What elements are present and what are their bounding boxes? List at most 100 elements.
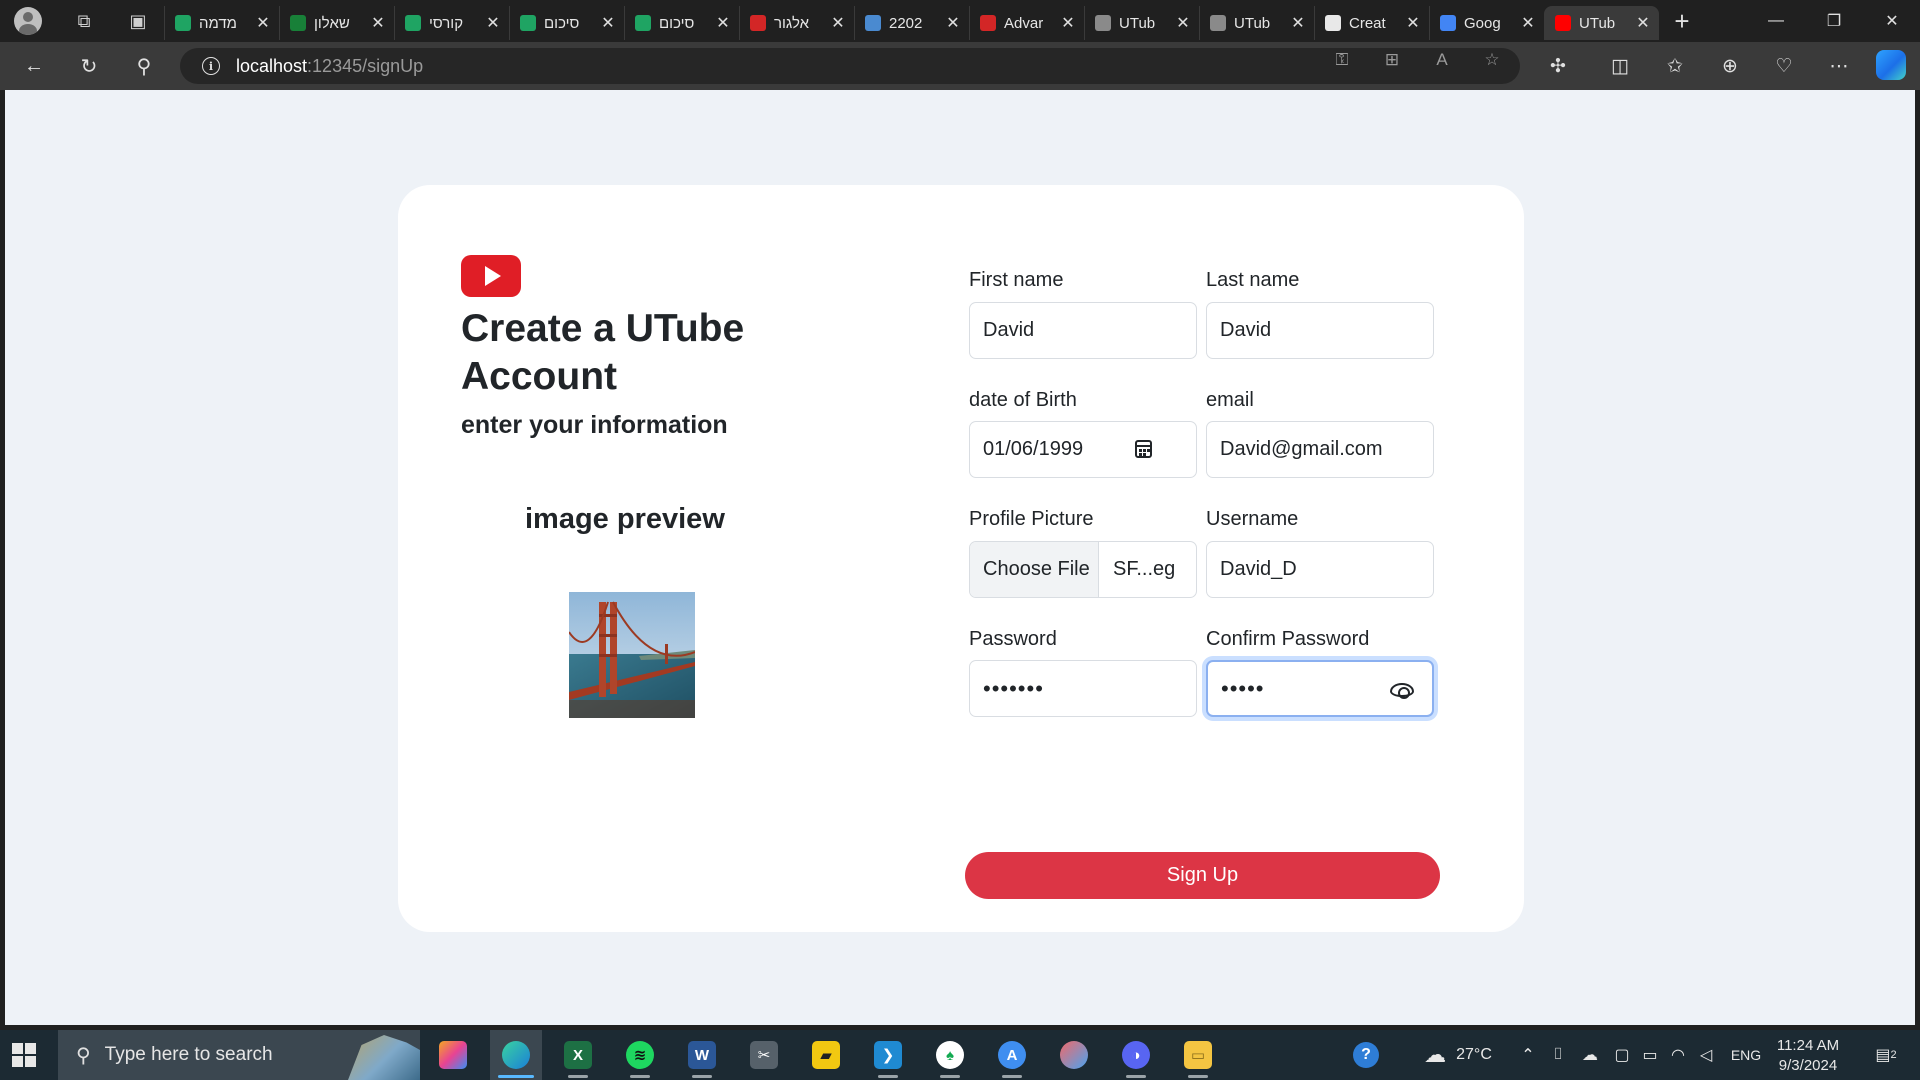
vertical-tabs-button[interactable]: ▣	[112, 0, 164, 42]
password-key-button[interactable]: ⚿	[1328, 48, 1356, 72]
browser-tab[interactable]: מדמה ✕	[164, 6, 279, 40]
mongodb-app[interactable]: ♠	[924, 1030, 976, 1080]
close-window-button[interactable]: ✕	[1864, 0, 1920, 42]
choose-file-button[interactable]: Choose File	[970, 542, 1099, 597]
site-info-icon[interactable]: i	[202, 57, 220, 75]
favorite-button[interactable]: ☆	[1478, 48, 1506, 72]
tab-close-icon[interactable]: ✕	[598, 13, 618, 33]
paint-app[interactable]	[1048, 1030, 1100, 1080]
favorites-button[interactable]: ✩	[1657, 48, 1693, 84]
show-hidden-icons-button[interactable]: ⌃	[1516, 1030, 1540, 1080]
tab-label: מדמה	[199, 14, 237, 32]
browser-tab[interactable]: Creat ✕	[1314, 6, 1429, 40]
taskbar-clock[interactable]: 11:24 AM 9/3/2024	[1768, 1036, 1848, 1076]
volume-tray-icon[interactable]: ◁	[1694, 1030, 1718, 1080]
browser-tab[interactable]: Advar ✕	[969, 6, 1084, 40]
show-password-eye-icon[interactable]	[1390, 683, 1414, 699]
browser-essentials-button[interactable]: ♡	[1766, 48, 1802, 84]
new-tab-button[interactable]: +	[1659, 0, 1705, 42]
tab-label: 2202	[889, 14, 923, 32]
notification-count: 2	[1890, 1049, 1897, 1061]
android-studio-app[interactable]: A	[986, 1030, 1038, 1080]
restore-icon: ❐	[1826, 13, 1842, 30]
excel-app[interactable]: X	[552, 1030, 604, 1080]
profile-picture-label: Profile Picture	[969, 508, 1094, 530]
tab-close-icon[interactable]: ✕	[253, 13, 273, 33]
help-tray-button[interactable]: ?	[1346, 1030, 1386, 1080]
workspaces-button[interactable]: ⧉	[56, 0, 112, 42]
url-text[interactable]: localhost:12345/signUp	[236, 56, 423, 77]
browser-tab[interactable]: שאלון ✕	[279, 6, 394, 40]
edge-app[interactable]	[490, 1030, 542, 1080]
notification-center-button[interactable]: ▤ 2	[1866, 1030, 1906, 1080]
language-indicator[interactable]: ENG	[1726, 1030, 1766, 1080]
tab-close-icon[interactable]: ✕	[1518, 13, 1538, 33]
browser-tab[interactable]: Goog ✕	[1429, 6, 1544, 40]
profile-button[interactable]	[0, 0, 56, 42]
google-drive-icon	[520, 15, 536, 31]
tab-close-icon[interactable]: ✕	[713, 13, 733, 33]
camera-tray-icon[interactable]: ⌷	[1546, 1030, 1570, 1080]
browser-tab[interactable]: UTub ✕	[1084, 6, 1199, 40]
refresh-button[interactable]: ↻	[71, 48, 107, 84]
back-arrow-icon: ←	[24, 54, 44, 77]
tab-close-icon[interactable]: ✕	[1403, 13, 1423, 33]
password-input[interactable]: •••••••	[969, 660, 1197, 717]
minimize-button[interactable]: —	[1748, 0, 1804, 42]
start-button[interactable]	[12, 1043, 36, 1067]
browser-tab[interactable]: 2202 ✕	[854, 6, 969, 40]
back-button[interactable]: ←	[16, 48, 52, 84]
split-screen-button[interactable]: ◫	[1602, 48, 1638, 84]
browser-tab[interactable]: קורסי ✕	[394, 6, 509, 40]
discord-app[interactable]: ◑	[1110, 1030, 1162, 1080]
dob-input[interactable]: 01/06/1999	[969, 421, 1197, 478]
tab-close-icon[interactable]: ✕	[828, 13, 848, 33]
selected-file-name: SF...eg	[1113, 558, 1176, 580]
battery-tray-icon[interactable]: ▭	[1638, 1030, 1662, 1080]
profile-picture-input[interactable]: Choose File SF...eg	[969, 541, 1197, 598]
copilot-button[interactable]	[1876, 50, 1906, 80]
display-tray-icon[interactable]: ▢	[1610, 1030, 1634, 1080]
sign-up-button[interactable]: Sign Up	[965, 852, 1440, 899]
collections-button[interactable]: ⊕	[1712, 48, 1748, 84]
file-explorer-app[interactable]: ▭	[1172, 1030, 1224, 1080]
weather-widget[interactable]: ☁ 27°C	[1408, 1030, 1508, 1080]
settings-more-button[interactable]: ⋯	[1821, 48, 1857, 84]
onedrive-tray-icon[interactable]: ☁	[1578, 1030, 1602, 1080]
tab-close-icon[interactable]: ✕	[1633, 13, 1653, 33]
wifi-tray-icon[interactable]: ◠	[1666, 1030, 1690, 1080]
clock-date: 9/3/2024	[1778, 1057, 1838, 1074]
edge-icon	[502, 1041, 530, 1069]
address-bar[interactable]: i localhost:12345/signUp	[180, 48, 1520, 84]
tab-close-icon[interactable]: ✕	[368, 13, 388, 33]
search-button[interactable]: ⚲	[126, 48, 162, 84]
tab-close-icon[interactable]: ✕	[1288, 13, 1308, 33]
vscode-app[interactable]: ❯	[862, 1030, 914, 1080]
snipping-tool-app[interactable]: ✂	[738, 1030, 790, 1080]
browser-tab[interactable]: סיכום ✕	[509, 6, 624, 40]
confirm-password-input[interactable]: •••••	[1206, 660, 1434, 717]
sticky-notes-app[interactable]: ▰	[800, 1030, 852, 1080]
calendar-icon[interactable]	[1135, 440, 1152, 458]
spotify-app[interactable]: ≋	[614, 1030, 666, 1080]
copilot-app[interactable]	[427, 1030, 479, 1080]
app-available-button[interactable]: ⊞	[1378, 48, 1406, 72]
extensions-button[interactable]: ✣	[1540, 48, 1576, 84]
tab-close-icon[interactable]: ✕	[483, 13, 503, 33]
browser-tab[interactable]: אלגור ✕	[739, 6, 854, 40]
read-aloud-button[interactable]: A	[1428, 48, 1456, 72]
tab-close-icon[interactable]: ✕	[1058, 13, 1078, 33]
tab-label: קורסי	[429, 14, 464, 32]
taskbar-search-box[interactable]: ⚲ Type here to search	[58, 1030, 420, 1080]
browser-tab[interactable]: UTub ✕	[1544, 6, 1659, 40]
browser-tab[interactable]: UTub ✕	[1199, 6, 1314, 40]
email-input[interactable]: David@gmail.com	[1206, 421, 1434, 478]
tab-close-icon[interactable]: ✕	[1173, 13, 1193, 33]
first-name-input[interactable]: David	[969, 302, 1197, 359]
word-app[interactable]: W	[676, 1030, 728, 1080]
last-name-input[interactable]: David	[1206, 302, 1434, 359]
username-input[interactable]: David_D	[1206, 541, 1434, 598]
tab-close-icon[interactable]: ✕	[943, 13, 963, 33]
restore-button[interactable]: ❐	[1806, 0, 1862, 42]
browser-tab[interactable]: סיכום ✕	[624, 6, 739, 40]
